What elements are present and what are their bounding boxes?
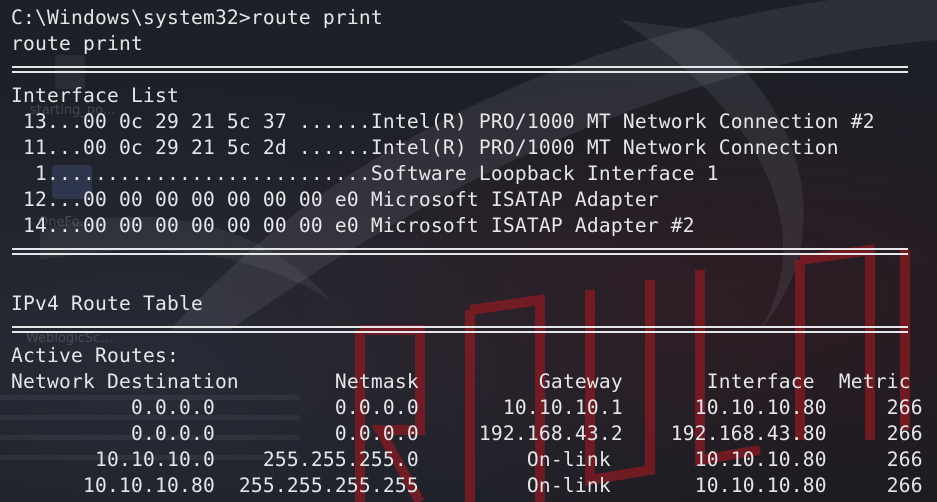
command-prompt-window[interactable]: starting_po... OneFo... WeblogicSc... C:…: [0, 0, 937, 502]
interface-row: 14...00 00 00 00 00 00 00 e0 Microsoft I…: [11, 214, 695, 237]
interface-row: 1...........................Software Loo…: [11, 162, 719, 185]
separator-line: [12, 326, 908, 333]
route-row: 10.10.10.0 255.255.255.0 On-link 10.10.1…: [11, 448, 923, 471]
route-row: 0.0.0.0 0.0.0.0 192.168.43.2 192.168.43.…: [11, 422, 923, 445]
interface-row: 13...00 0c 29 21 5c 37 ......Intel(R) PR…: [11, 110, 875, 133]
interface-row: 12...00 00 00 00 00 00 00 e0 Microsoft I…: [11, 188, 659, 211]
active-routes-label: Active Routes:: [11, 344, 179, 367]
separator-line: [12, 66, 908, 73]
route-row: 0.0.0.0 0.0.0.0 10.10.10.1 10.10.10.80 2…: [11, 396, 923, 419]
separator-line: [12, 248, 908, 255]
route-row: 10.10.10.80 255.255.255.255 On-link 10.1…: [11, 474, 923, 497]
command-echo-line: route print: [11, 32, 143, 55]
interface-row: 11...00 0c 29 21 5c 2d ......Intel(R) PR…: [11, 136, 839, 159]
interface-list-title: Interface List: [11, 84, 179, 107]
command-prompt-line: C:\Windows\system32>route print: [11, 6, 383, 29]
ipv4-route-table-title: IPv4 Route Table: [11, 292, 203, 315]
routes-header: Network Destination Netmask Gateway Inte…: [11, 370, 911, 393]
